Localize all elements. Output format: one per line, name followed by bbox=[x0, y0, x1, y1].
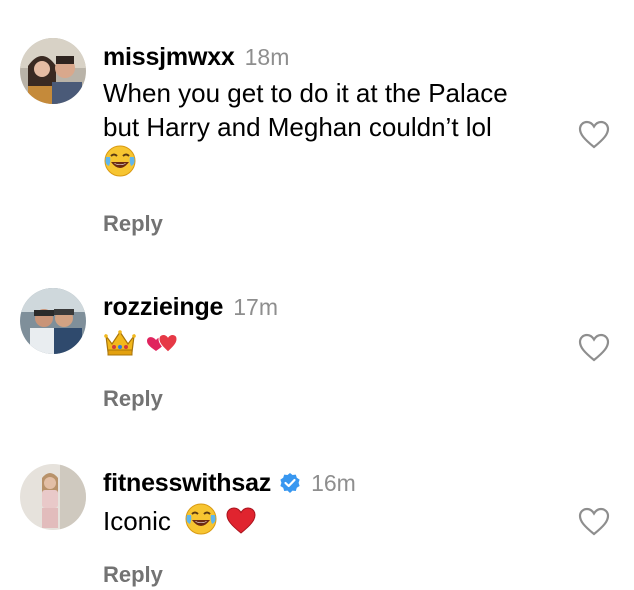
username[interactable]: fitnesswithsaz bbox=[103, 468, 271, 498]
reply-button[interactable]: Reply bbox=[103, 386, 163, 412]
username[interactable]: missjmwxx bbox=[103, 42, 235, 72]
avatar[interactable] bbox=[20, 464, 86, 530]
comment-text: When you get to do it at the Palace but … bbox=[103, 76, 574, 180]
comment-content: rozzieinge 17m bbox=[103, 292, 574, 360]
reply-button[interactable]: Reply bbox=[103, 562, 163, 588]
reply-button[interactable]: Reply bbox=[103, 211, 163, 237]
timestamp: 17m bbox=[233, 294, 278, 320]
comment-text-line: When you get to do it at the Palace bbox=[103, 78, 508, 108]
like-heart-icon[interactable] bbox=[578, 120, 610, 150]
red-heart-icon bbox=[225, 506, 257, 536]
like-heart-icon[interactable] bbox=[578, 333, 610, 363]
comment-content: missjmwxx 18m When you get to do it at t… bbox=[103, 42, 574, 180]
two-hearts-icon bbox=[144, 328, 180, 358]
face-with-tears-of-joy-icon bbox=[103, 144, 137, 178]
username[interactable]: rozzieinge bbox=[103, 292, 223, 322]
timestamp: 18m bbox=[244, 44, 290, 70]
comment-text-line: but Harry and Meghan couldn’t lol bbox=[103, 112, 492, 142]
face-with-tears-of-joy-icon bbox=[184, 502, 218, 536]
avatar[interactable] bbox=[20, 38, 86, 104]
comment-content: fitnesswithsaz 16m Iconic bbox=[103, 468, 574, 538]
crown-icon bbox=[103, 328, 137, 358]
comment-text: Iconic bbox=[103, 502, 574, 538]
comment-text-line: Iconic bbox=[103, 506, 171, 536]
verified-badge-icon bbox=[279, 472, 301, 494]
timestamp: 16m bbox=[311, 470, 356, 496]
comment-text bbox=[103, 326, 574, 360]
like-heart-icon[interactable] bbox=[578, 507, 610, 537]
avatar[interactable] bbox=[20, 288, 86, 354]
